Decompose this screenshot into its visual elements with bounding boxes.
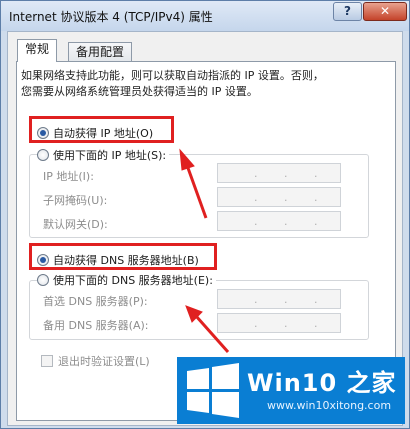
manual-ip-option[interactable]: 使用下面的 IP 地址(S): xyxy=(37,147,170,163)
validate-on-exit-label: 退出时验证设置(L) xyxy=(58,355,150,368)
alternate-dns-label: 备用 DNS 服务器(A): xyxy=(43,319,149,332)
description-line-2: 您需要从网络系统管理员处获得适当的 IP 设置。 xyxy=(21,85,258,98)
tab-general[interactable]: 常规 xyxy=(17,39,58,62)
subnet-mask-field[interactable]: ... xyxy=(217,187,341,207)
watermark-logo: Win10 之家 www.win10xitong.com xyxy=(177,357,405,424)
manual-ip-label: 使用下面的 IP 地址(S): xyxy=(53,149,167,162)
manual-dns-radio[interactable] xyxy=(37,274,49,286)
watermark-brand: Win10 之家 xyxy=(247,369,397,397)
window-title: Internet 协议版本 4 (TCP/IPv4) 属性 xyxy=(9,10,213,24)
preferred-dns-field[interactable]: ... xyxy=(217,289,341,309)
auto-ip-highlight xyxy=(29,116,174,143)
default-gateway-label: 默认网关(D): xyxy=(43,218,108,231)
validate-on-exit-option[interactable]: 退出时验证设置(L) xyxy=(41,353,150,369)
help-button[interactable]: ? xyxy=(333,2,362,21)
ip-address-label: IP 地址(I): xyxy=(43,170,94,183)
description-line-1: 如果网络支持此功能，则可以获取自动指派的 IP 设置。否则， xyxy=(21,69,324,82)
preferred-dns-label: 首选 DNS 服务器(P): xyxy=(43,295,148,308)
default-gateway-field[interactable]: ... xyxy=(217,211,341,231)
manual-dns-option[interactable]: 使用下面的 DNS 服务器地址(E): xyxy=(37,272,216,288)
watermark-url: www.win10xitong.com xyxy=(267,399,392,412)
manual-dns-label: 使用下面的 DNS 服务器地址(E): xyxy=(53,274,213,287)
auto-dns-highlight xyxy=(29,243,217,270)
windows-logo-icon xyxy=(187,363,239,418)
subnet-mask-label: 子网掩码(U): xyxy=(43,194,108,207)
ip-address-field[interactable]: ... xyxy=(217,163,341,183)
validate-on-exit-checkbox[interactable] xyxy=(41,355,53,367)
tab-alternate-config[interactable]: 备用配置 xyxy=(68,42,133,62)
title-bar: Internet 协议版本 4 (TCP/IPv4) 属性 ? ✕ xyxy=(1,1,409,31)
manual-ip-radio[interactable] xyxy=(37,149,49,161)
close-button[interactable]: ✕ xyxy=(363,2,407,21)
alternate-dns-field[interactable]: ... xyxy=(217,313,341,333)
